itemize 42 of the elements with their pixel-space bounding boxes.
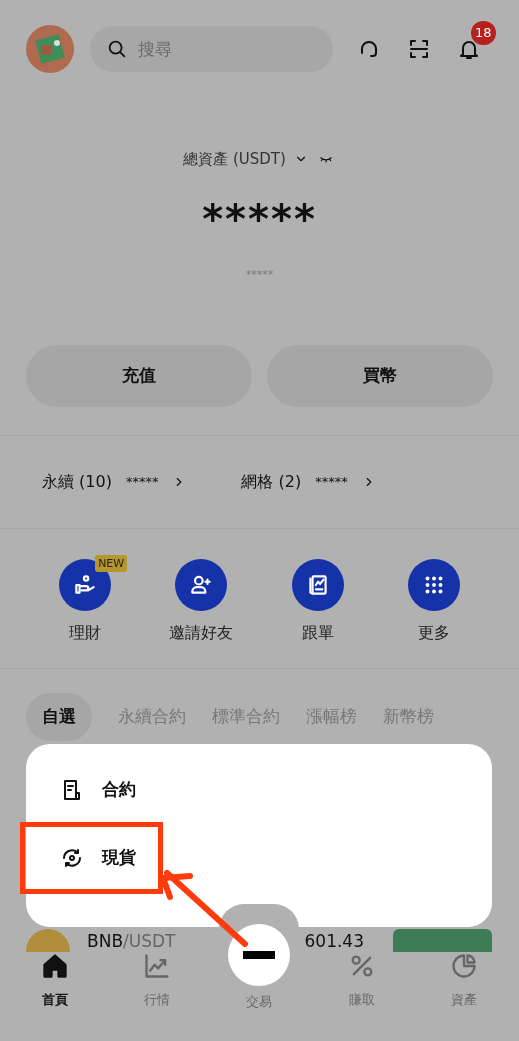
balance-value: ***** — [202, 198, 317, 239]
nav-label: 交易 — [246, 993, 273, 1011]
position-link[interactable]: 網格 (2) ***** — [241, 470, 376, 494]
menu-label: 現貨 — [102, 845, 136, 869]
shortcut-label: 理財 — [69, 622, 102, 644]
menu-item[interactable]: 合約 — [26, 766, 170, 813]
minus-icon — [243, 951, 276, 959]
nav-label: 資產 — [450, 991, 477, 1009]
shortcut-label: 邀請好友 — [169, 622, 234, 644]
nav-tab[interactable]: 首頁 — [4, 952, 107, 1012]
new-badge: NEW — [95, 555, 128, 572]
shortcut-button[interactable] — [175, 559, 228, 611]
position-link[interactable]: 永續 (10) ***** — [42, 470, 187, 494]
action-button[interactable]: 買幣 — [267, 345, 493, 407]
pair-base: BNB — [87, 930, 124, 952]
avatar[interactable] — [26, 25, 74, 73]
position-value: ***** — [315, 473, 348, 492]
position-label: 永續 (10) — [42, 471, 112, 493]
home-icon — [41, 952, 70, 980]
shortcut-button[interactable] — [291, 559, 344, 611]
shortcut-button[interactable] — [407, 559, 460, 611]
shortcut-label: 更多 — [417, 622, 450, 644]
position-value: ***** — [125, 473, 159, 492]
search-field[interactable]: 搜尋 — [90, 26, 333, 72]
nav-label: 賺取 — [348, 991, 375, 1009]
position-label: 網格 (2) — [241, 471, 302, 493]
nav-label: 行情 — [144, 991, 171, 1009]
pie-chart-icon — [449, 952, 478, 980]
notification-badge: 18 — [471, 21, 496, 45]
shortcut-label: 跟單 — [301, 622, 334, 644]
menu-item[interactable]: 現貨 — [26, 834, 170, 881]
pair-quote: /USDT — [123, 930, 176, 952]
action-button[interactable]: 充值 — [26, 345, 252, 407]
menu-label: 合約 — [102, 777, 136, 801]
balance-label: 總資產 (USDT) — [183, 149, 286, 170]
nav-label: 首頁 — [42, 991, 69, 1009]
search-icon — [106, 38, 128, 60]
price: 601.43 — [304, 930, 364, 952]
balance-sub-value: ***** — [245, 266, 274, 283]
line-chart-icon — [143, 952, 172, 980]
scan-icon[interactable] — [407, 37, 431, 61]
market-tab[interactable]: 自選 — [26, 693, 92, 741]
